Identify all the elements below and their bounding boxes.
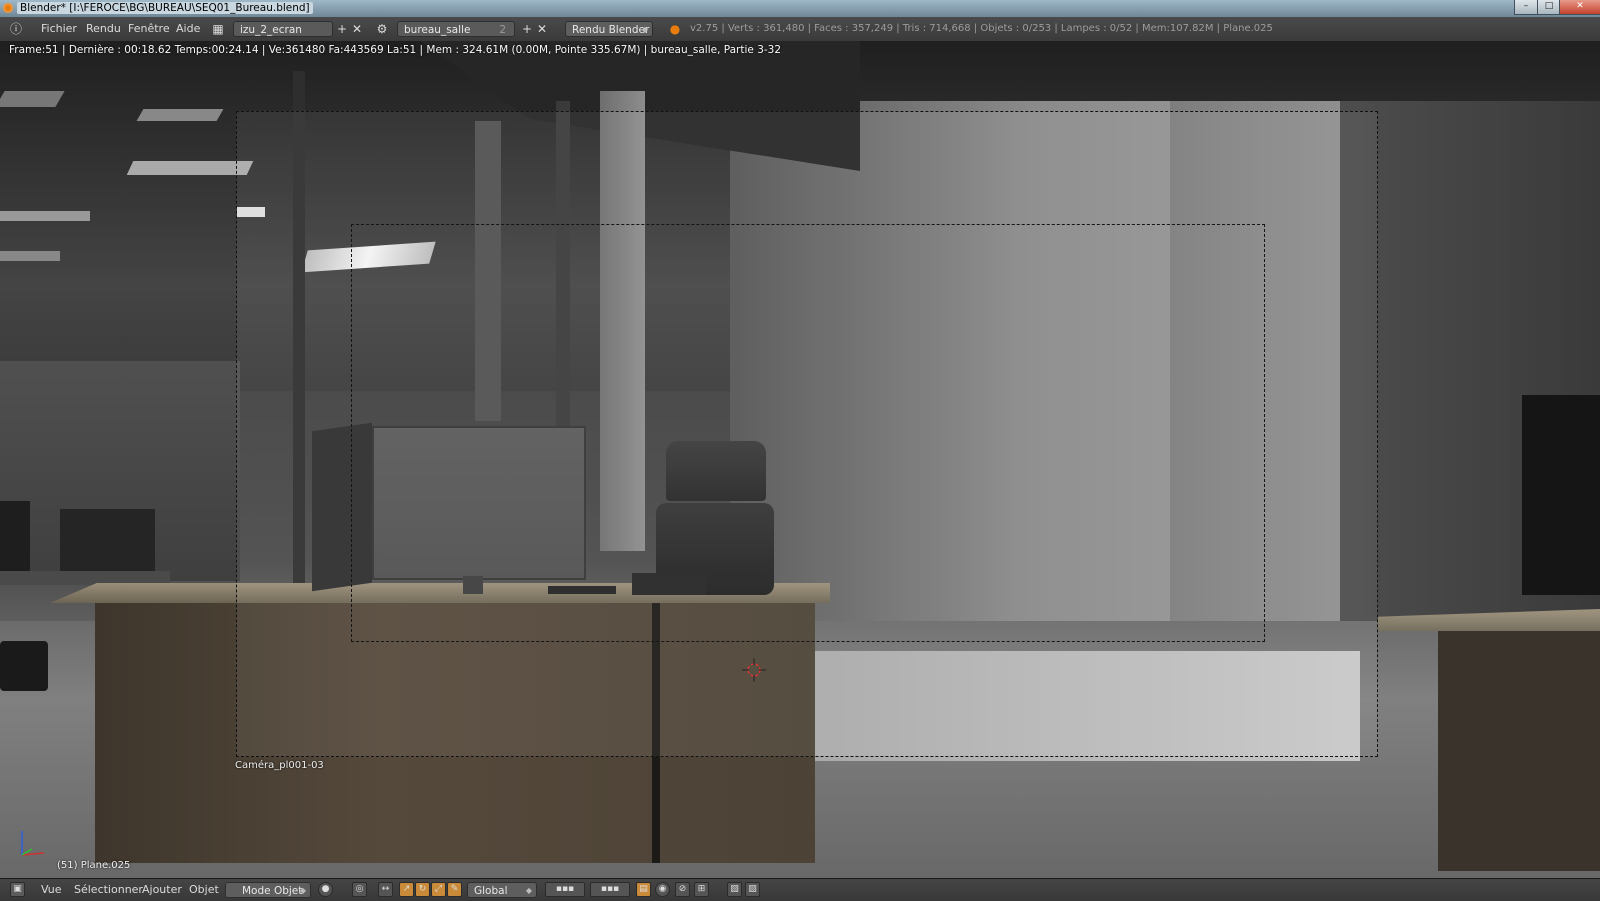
chevron-updown-icon: ◆ <box>525 886 532 895</box>
menu-vue[interactable]: Vue <box>41 882 62 898</box>
editor-type-icon[interactable]: ▣ <box>10 882 25 897</box>
window-title: Blender* [I:\FEROCE\BG\BUREAU\SEQ01_Bure… <box>17 2 313 14</box>
snap-toggle-icon[interactable]: ⊘ <box>675 882 690 897</box>
scene-icon[interactable]: ⚙ <box>374 21 390 37</box>
menu-aide[interactable]: Aide <box>176 20 200 38</box>
camera-name: Caméra_pl001-03 <box>235 760 324 771</box>
screen-layout-field[interactable]: izu_2_ecran <box>233 21 333 37</box>
scene-name: bureau_salle <box>404 24 471 36</box>
view3d-header: ▣ Vue Sélectionner Ajouter Objet Mode Ob… <box>0 878 1600 901</box>
layer-grid-icon[interactable]: ▪▪▪ <box>545 882 585 897</box>
manipulator-toggle-icon[interactable]: ✎ <box>447 882 462 897</box>
mode-dropdown[interactable]: Mode Objet ◆ <box>225 882 311 898</box>
3d-cursor-icon[interactable] <box>742 658 766 682</box>
render-info-text: Frame:51 | Dernière : 00:18.62 Temps:00:… <box>9 44 782 56</box>
add-scene-icon[interactable]: + <box>519 21 535 37</box>
render-icon[interactable]: ▧ <box>727 882 742 897</box>
window-titlebar: Blender* [I:\FEROCE\BG\BUREAU\SEQ01_Bure… <box>0 0 1600 18</box>
3d-viewport[interactable]: Frame:51 | Dernière : 00:18.62 Temps:00:… <box>0 41 1600 878</box>
menu-ajouter[interactable]: Ajouter <box>142 882 182 898</box>
orientation-value: Global <box>474 885 508 897</box>
translate-icon[interactable]: ↗ <box>399 882 414 897</box>
axis-gizmo-icon <box>21 831 45 856</box>
screen-layout-icon[interactable]: ▦ <box>210 21 226 37</box>
scene-users-count: 2 <box>499 24 506 36</box>
orientation-dropdown[interactable]: Global ◆ <box>467 882 537 898</box>
proportional-icon[interactable]: ◉ <box>655 882 670 897</box>
screen-layout-name: izu_2_ecran <box>240 24 302 36</box>
pivot-icon[interactable]: ◎ <box>352 882 367 897</box>
menu-rendu[interactable]: Rendu <box>86 20 121 38</box>
menu-fichier[interactable]: Fichier <box>41 20 77 38</box>
lock-icon[interactable]: ▤ <box>636 882 651 897</box>
manipulator-icon[interactable]: ↔ <box>378 882 393 897</box>
blender-icon <box>3 3 13 13</box>
engine-icon: ● <box>669 22 681 36</box>
mode-value: Mode Objet <box>242 885 303 897</box>
info-editor-icon[interactable]: ⓘ <box>8 21 24 37</box>
viewport-shading-icon[interactable]: ● <box>318 882 333 897</box>
scale-icon[interactable]: ⤢ <box>431 882 446 897</box>
close-window-button[interactable]: ✕ <box>1559 0 1600 15</box>
snap-icon[interactable]: ⊞ <box>694 882 709 897</box>
add-icon[interactable]: + <box>334 21 350 37</box>
title-safe-area <box>351 224 1265 642</box>
minimize-button[interactable]: – <box>1514 0 1538 15</box>
scene-stats: v2.75 | Verts : 361,480 | Faces : 357,24… <box>690 23 1273 34</box>
delete-scene-icon[interactable]: ✕ <box>534 21 550 37</box>
layer-grid-2-icon[interactable]: ▪▪▪ <box>590 882 630 897</box>
render-engine-dropdown[interactable]: Rendu Blender ◆ <box>565 21 653 37</box>
render-animation-icon[interactable]: ▨ <box>745 882 760 897</box>
menu-selectionner[interactable]: Sélectionner <box>74 882 143 898</box>
render-engine-value: Rendu Blender <box>572 24 650 36</box>
menu-objet[interactable]: Objet <box>189 882 219 898</box>
active-object-info: (51) Plane.025 <box>57 860 131 871</box>
info-header: ⓘ Fichier Rendu Fenêtre Aide ▦ izu_2_ecr… <box>0 17 1600 42</box>
chevron-updown-icon: ◆ <box>641 25 648 34</box>
scene-field[interactable]: bureau_salle 2 <box>397 21 515 37</box>
menu-fenetre[interactable]: Fenêtre <box>128 20 170 38</box>
maximize-button[interactable]: □ <box>1537 0 1561 15</box>
chevron-updown-icon: ◆ <box>299 886 306 895</box>
close-icon[interactable]: ✕ <box>349 21 365 37</box>
rotate-icon[interactable]: ↻ <box>415 882 430 897</box>
